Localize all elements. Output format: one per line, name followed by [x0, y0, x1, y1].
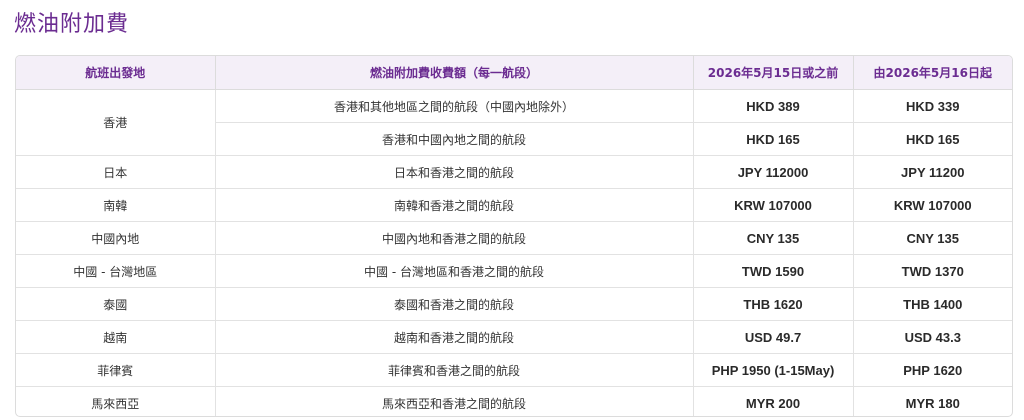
cell-amount-before: HKD 389: [693, 89, 854, 123]
table-row: 日本 日本和香港之間的航段 JPY 112000 JPY 11200: [16, 155, 1012, 189]
cell-origin: 中國內地: [16, 221, 216, 255]
cell-amount-before: HKD 165: [693, 122, 854, 156]
surcharge-table: 航班出發地 燃油附加費收費額（每一航段） 2026年5月15日或之前 由2026…: [16, 56, 1012, 416]
cell-amount-after: THB 1400: [853, 287, 1012, 321]
table-row: 馬來西亞 馬來西亞和香港之間的航段 MYR 200 MYR 180: [16, 386, 1012, 416]
table-header-row: 航班出發地 燃油附加費收費額（每一航段） 2026年5月15日或之前 由2026…: [16, 56, 1012, 90]
table-row: 菲律賓 菲律賓和香港之間的航段 PHP 1950 (1-15May) PHP 1…: [16, 353, 1012, 387]
cell-amount-before: PHP 1950 (1-15May): [693, 353, 854, 387]
header-after-date: 由2026年5月16日起: [853, 56, 1012, 90]
fuel-surcharge-table: 航班出發地 燃油附加費收費額（每一航段） 2026年5月15日或之前 由2026…: [15, 55, 1013, 417]
cell-amount-after: HKD 165: [853, 122, 1012, 156]
cell-amount-before: USD 49.7: [693, 320, 854, 354]
cell-sector: 香港和中國內地之間的航段: [215, 122, 694, 156]
cell-sector: 泰國和香港之間的航段: [215, 287, 694, 321]
cell-amount-after: CNY 135: [853, 221, 1012, 255]
cell-amount-before: TWD 1590: [693, 254, 854, 288]
cell-sector: 日本和香港之間的航段: [215, 155, 694, 189]
header-origin: 航班出發地: [16, 56, 216, 90]
table-row: 越南 越南和香港之間的航段 USD 49.7 USD 43.3: [16, 320, 1012, 354]
cell-origin: 香港: [16, 89, 216, 156]
cell-sector: 中國內地和香港之間的航段: [215, 221, 694, 255]
cell-amount-after: KRW 107000: [853, 188, 1012, 222]
cell-amount-before: KRW 107000: [693, 188, 854, 222]
header-sector: 燃油附加費收費額（每一航段）: [215, 56, 694, 90]
cell-origin: 中國 - 台灣地區: [16, 254, 216, 288]
cell-origin: 菲律賓: [16, 353, 216, 387]
page: 燃油附加費 航班出發地 燃油附加費收費額（每一航段） 2026年5月15日或之前…: [0, 0, 1024, 420]
cell-amount-before: THB 1620: [693, 287, 854, 321]
cell-amount-before: CNY 135: [693, 221, 854, 255]
cell-origin: 泰國: [16, 287, 216, 321]
table-row: 泰國 泰國和香港之間的航段 THB 1620 THB 1400: [16, 287, 1012, 321]
cell-origin: 越南: [16, 320, 216, 354]
cell-amount-after: MYR 180: [905, 395, 960, 411]
page-title: 燃油附加費: [14, 12, 130, 37]
cell-amount-before: MYR 200: [693, 386, 854, 416]
cell-amount-after: USD 43.3: [853, 320, 1012, 354]
cell-amount-before: JPY 112000: [693, 155, 854, 189]
table-row: 香港 香港和其他地區之間的航段（中國內地除外） HKD 389 HKD 339: [16, 89, 1012, 156]
table-row: 中國內地 中國內地和香港之間的航段 CNY 135 CNY 135: [16, 221, 1012, 255]
cell-sector: 中國 - 台灣地區和香港之間的航段: [215, 254, 694, 288]
cell-sector: 越南和香港之間的航段: [215, 320, 694, 354]
cell-amount-after: TWD 1370: [853, 254, 1012, 288]
cell-amount-after: HKD 339: [853, 89, 1012, 123]
cell-sector: 馬來西亞和香港之間的航段: [215, 386, 694, 416]
cell-amount-after: JPY 11200: [853, 155, 1012, 189]
cell-sector: 南韓和香港之間的航段: [215, 188, 694, 222]
cell-origin: 日本: [16, 155, 216, 189]
cell-origin: 南韓: [16, 188, 216, 222]
cell-sector: 菲律賓和香港之間的航段: [215, 353, 694, 387]
cell-amount-after: PHP 1620: [853, 353, 1012, 387]
table-row: 中國 - 台灣地區 中國 - 台灣地區和香港之間的航段 TWD 1590 TWD…: [16, 254, 1012, 288]
table-row: 南韓 南韓和香港之間的航段 KRW 107000 KRW 107000: [16, 188, 1012, 222]
cell-sector: 香港和其他地區之間的航段（中國內地除外）: [215, 89, 694, 123]
cell-origin: 馬來西亞: [16, 386, 216, 416]
header-before-date: 2026年5月15日或之前: [693, 56, 854, 90]
